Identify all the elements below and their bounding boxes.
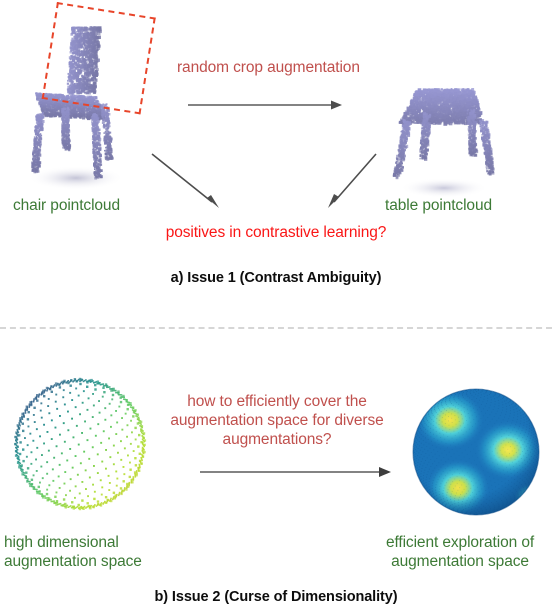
chair-pointcloud-label: chair pointcloud bbox=[13, 197, 120, 214]
random-crop-region bbox=[41, 2, 156, 115]
figure-root: random crop augmentation chair pointclou… bbox=[0, 0, 552, 616]
positives-question-label: positives in contrastive learning? bbox=[165, 224, 387, 241]
high-dimensional-space-label: high dimensional augmentation space bbox=[4, 534, 142, 570]
panel-divider bbox=[0, 327, 552, 329]
random-crop-augmentation-label: random crop augmentation bbox=[177, 59, 360, 76]
arrow-right-icon bbox=[186, 95, 346, 115]
arrow-diagonal-down-left-icon bbox=[322, 150, 382, 214]
arrow-right-icon-b bbox=[198, 462, 398, 482]
table-pointcloud bbox=[378, 72, 518, 200]
panel-b-caption: b) Issue 2 (Curse of Dimensionality) bbox=[154, 589, 398, 605]
dense-sphere-heatmap bbox=[410, 388, 544, 522]
efficient-exploration-label: efficient exploration of augmentation sp… bbox=[385, 534, 535, 570]
augmentation-coverage-question-label: how to efficiently cover the augmentatio… bbox=[170, 393, 384, 448]
table-pointcloud-label: table pointcloud bbox=[385, 197, 492, 214]
panel-a-caption: a) Issue 1 (Contrast Ambiguity) bbox=[170, 270, 382, 286]
sparse-sphere-scatter bbox=[12, 376, 150, 514]
